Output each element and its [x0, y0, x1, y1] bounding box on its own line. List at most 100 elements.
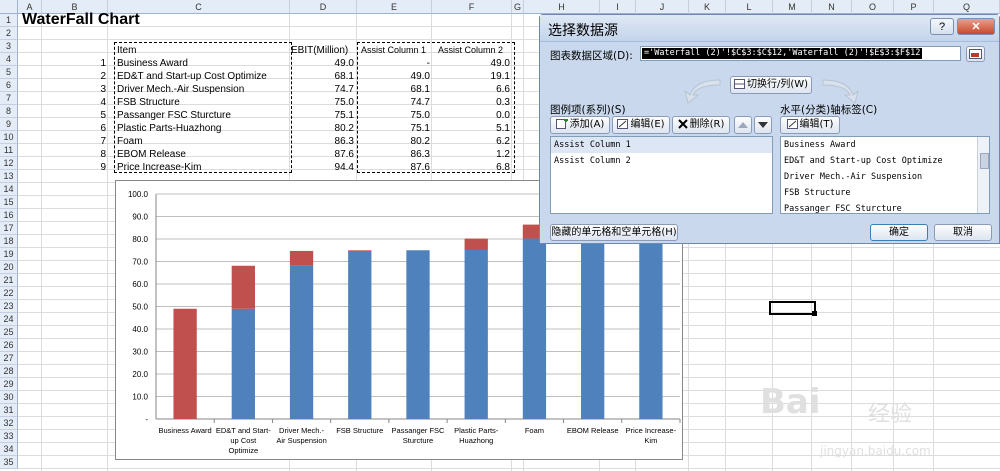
column-header-E[interactable]: E — [357, 0, 432, 14]
column-header-F[interactable]: F — [432, 0, 512, 14]
row-header-16[interactable]: 16 — [0, 209, 18, 222]
axis-labels-list[interactable]: Business Award ED&T and Start-up Cost Op… — [780, 136, 990, 214]
row-header-12[interactable]: 12 — [0, 157, 18, 170]
hidden-empty-cells-button[interactable]: 隐藏的单元格和空单元格(H) — [550, 224, 678, 241]
row-header-23[interactable]: 23 — [0, 300, 18, 313]
move-down-button[interactable] — [754, 116, 772, 134]
row-header-17[interactable]: 17 — [0, 222, 18, 235]
row-header-21[interactable]: 21 — [0, 274, 18, 287]
fill-handle[interactable] — [812, 311, 817, 316]
help-button[interactable]: ? — [930, 18, 954, 35]
row-header-34[interactable]: 34 — [0, 443, 18, 456]
row-header-35[interactable]: 35 — [0, 456, 18, 469]
row-index[interactable]: 2 — [86, 70, 106, 83]
row-header-31[interactable]: 31 — [0, 404, 18, 417]
range-input[interactable]: ='Waterfall (2)'!$C$3:$C$12,'Waterfall (… — [640, 46, 961, 61]
ebit-cell[interactable]: 75.0 — [292, 96, 354, 109]
ebit-cell[interactable]: 80.2 — [292, 122, 354, 135]
column-header-L[interactable]: L — [726, 0, 773, 14]
column-header-P[interactable]: P — [894, 0, 934, 14]
x-tick-label-line: Driver Mech.- — [279, 426, 325, 435]
row-index[interactable]: 3 — [86, 83, 106, 96]
row-index[interactable]: 1 — [86, 57, 106, 70]
row-index[interactable]: 4 — [86, 96, 106, 109]
column-header-O[interactable]: O — [852, 0, 894, 14]
x-tick-label-line: FSB Structure — [336, 426, 383, 435]
ebit-cell[interactable]: 87.6 — [292, 148, 354, 161]
move-up-button[interactable] — [734, 116, 752, 134]
column-header-J[interactable]: J — [636, 0, 689, 14]
range-value: ='Waterfall (2)'!$C$3:$C$12,'Waterfall (… — [642, 48, 923, 59]
row-header-29[interactable]: 29 — [0, 378, 18, 391]
active-cell[interactable] — [769, 301, 816, 315]
row-header-1[interactable]: 1 — [0, 14, 18, 27]
row-index[interactable]: 8 — [86, 148, 106, 161]
row-header-10[interactable]: 10 — [0, 131, 18, 144]
axis-list-scrollbar[interactable] — [977, 137, 989, 213]
row-header-2[interactable]: 2 — [0, 27, 18, 40]
row-header-14[interactable]: 14 — [0, 183, 18, 196]
row-header-18[interactable]: 18 — [0, 235, 18, 248]
edit-series-button[interactable]: 编辑(E) — [612, 116, 670, 134]
ok-button[interactable]: 确定 — [870, 224, 928, 241]
row-header-3[interactable]: 3 — [0, 40, 18, 53]
row-index[interactable]: 9 — [86, 161, 106, 174]
row-index[interactable]: 5 — [86, 109, 106, 122]
column-header-Q[interactable]: Q — [934, 0, 1000, 14]
axis-item-3[interactable]: Driver Mech.-Air Suspension — [784, 172, 922, 182]
axis-item-1[interactable]: Business Award — [784, 140, 856, 150]
close-button[interactable]: ✕ — [957, 18, 995, 35]
ebit-cell[interactable]: 49.0 — [292, 57, 354, 70]
column-header-H[interactable]: H — [524, 0, 600, 14]
row-header-28[interactable]: 28 — [0, 365, 18, 378]
column-header-M[interactable]: M — [773, 0, 812, 14]
delete-series-button[interactable]: 删除(R) — [672, 116, 730, 134]
series-item-2[interactable]: Assist Column 2 — [554, 156, 631, 166]
row-header-26[interactable]: 26 — [0, 339, 18, 352]
x-tick-label-line: Kim — [644, 436, 657, 445]
row-header-20[interactable]: 20 — [0, 261, 18, 274]
axis-item-5[interactable]: Passanger FSC Sturcture — [784, 204, 902, 213]
cancel-button[interactable]: 取消 — [934, 224, 992, 241]
axis-item-4[interactable]: FSB Structure — [784, 188, 851, 198]
row-header-9[interactable]: 9 — [0, 118, 18, 131]
row-header-19[interactable]: 19 — [0, 248, 18, 261]
header-ebit[interactable]: EBIT(Million) — [291, 44, 353, 57]
row-index[interactable]: 7 — [86, 135, 106, 148]
select-all-corner[interactable] — [0, 0, 18, 14]
dialog-titlebar[interactable]: 选择数据源 ? ✕ — [540, 15, 999, 42]
collapse-dialog-button[interactable] — [966, 46, 985, 62]
row-header-7[interactable]: 7 — [0, 92, 18, 105]
row-index[interactable]: 6 — [86, 122, 106, 135]
edit-axis-button[interactable]: 编辑(T) — [780, 116, 840, 134]
row-header-25[interactable]: 25 — [0, 326, 18, 339]
row-header-11[interactable]: 11 — [0, 144, 18, 157]
column-header-N[interactable]: N — [812, 0, 852, 14]
row-header-4[interactable]: 4 — [0, 53, 18, 66]
column-header-I[interactable]: I — [600, 0, 636, 14]
ebit-cell[interactable]: 94.4 — [292, 161, 354, 174]
row-header-15[interactable]: 15 — [0, 196, 18, 209]
row-header-32[interactable]: 32 — [0, 417, 18, 430]
series-list[interactable]: Assist Column 1 Assist Column 2 — [550, 136, 773, 214]
series-item-1[interactable]: Assist Column 1 — [554, 140, 631, 150]
row-header-33[interactable]: 33 — [0, 430, 18, 443]
axis-item-2[interactable]: ED&T and Start-up Cost Optimize — [784, 156, 943, 166]
column-header-D[interactable]: D — [290, 0, 357, 14]
column-header-G[interactable]: G — [512, 0, 524, 14]
add-series-button[interactable]: 添加(A) — [550, 116, 610, 134]
row-header-27[interactable]: 27 — [0, 352, 18, 365]
row-header-30[interactable]: 30 — [0, 391, 18, 404]
switch-row-column-button[interactable]: 切换行/列(W) — [730, 76, 812, 94]
column-header-K[interactable]: K — [689, 0, 726, 14]
row-header-5[interactable]: 5 — [0, 66, 18, 79]
row-header-8[interactable]: 8 — [0, 105, 18, 118]
ebit-cell[interactable]: 86.3 — [292, 135, 354, 148]
row-header-6[interactable]: 6 — [0, 79, 18, 92]
ebit-cell[interactable]: 68.1 — [292, 70, 354, 83]
ebit-cell[interactable]: 74.7 — [292, 83, 354, 96]
row-header-22[interactable]: 22 — [0, 287, 18, 300]
ebit-cell[interactable]: 75.1 — [292, 109, 354, 122]
row-header-24[interactable]: 24 — [0, 313, 18, 326]
row-header-13[interactable]: 13 — [0, 170, 18, 183]
